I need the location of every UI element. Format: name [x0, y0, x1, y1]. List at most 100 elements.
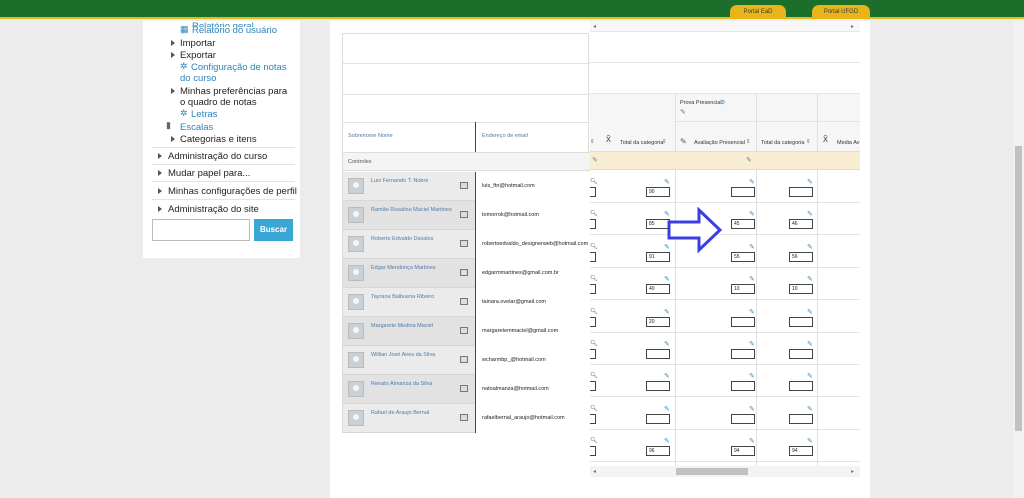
- grade-input[interactable]: 56: [789, 251, 813, 262]
- edit-icon[interactable]: ✎: [749, 210, 755, 218]
- grade-input[interactable]: [789, 381, 813, 392]
- column-header-total-categoria-1[interactable]: Total da categoria: [620, 140, 663, 146]
- search-icon[interactable]: 🔍︎: [590, 210, 598, 217]
- edit-icon[interactable]: ✎: [749, 178, 755, 186]
- grade-input[interactable]: 96: [646, 446, 670, 457]
- edit-icon[interactable]: ✎: [807, 372, 813, 380]
- student-name[interactable]: Ramão Rosalino Maciel Martines: [371, 207, 452, 213]
- sort-icon[interactable]: ⇕: [746, 139, 751, 145]
- page-scrollbar[interactable]: [1013, 21, 1024, 498]
- student-name[interactable]: Tayrana Balbuena Ribeiro: [371, 294, 434, 300]
- grade-input[interactable]: 20: [646, 316, 670, 327]
- grade-input[interactable]: 40: [646, 284, 670, 295]
- grade-input[interactable]: 91: [646, 251, 670, 262]
- column-header-total-categoria-2[interactable]: Total da categoria: [761, 140, 804, 146]
- report-icon[interactable]: [460, 356, 468, 363]
- edit-icon[interactable]: ✎: [664, 178, 670, 186]
- grade-input[interactable]: [590, 187, 596, 197]
- grade-input[interactable]: [646, 381, 670, 392]
- edit-icon[interactable]: ✎: [664, 308, 670, 316]
- portal-ead-link[interactable]: Portal EaD: [730, 5, 786, 19]
- report-icon[interactable]: [460, 182, 468, 189]
- sidebar-item-config-notas[interactable]: Configuração de notas do curso: [180, 62, 292, 84]
- edit-icon[interactable]: ✎: [749, 437, 755, 445]
- scrollbar-thumb[interactable]: [676, 468, 748, 475]
- column-header-avaliacao-presencial[interactable]: Avaliação Presencial: [694, 140, 745, 146]
- grade-input[interactable]: [731, 349, 755, 359]
- search-icon[interactable]: 🔍︎: [590, 437, 598, 444]
- search-icon[interactable]: 🔍︎: [590, 243, 598, 250]
- search-icon[interactable]: 🔍︎: [590, 405, 598, 412]
- scroll-left-icon[interactable]: ◂: [593, 23, 596, 30]
- student-name[interactable]: Renato Almanza da Silva: [371, 381, 432, 387]
- search-icon[interactable]: 🔍︎: [590, 372, 598, 379]
- edit-icon[interactable]: ✎: [807, 178, 813, 186]
- student-name[interactable]: Luis Fernando T. Nobre: [371, 178, 428, 184]
- sidebar-item-preferencias[interactable]: Minhas preferências para o quadro de not…: [180, 86, 292, 108]
- avatar[interactable]: [348, 178, 364, 194]
- grade-input[interactable]: [731, 381, 755, 392]
- grade-input[interactable]: 46: [789, 219, 813, 230]
- horizontal-scrollbar-bottom[interactable]: ◂ ▸: [590, 466, 860, 477]
- edit-icon[interactable]: ✎: [664, 372, 670, 380]
- edit-icon[interactable]: ✎: [664, 340, 670, 348]
- edit-icon[interactable]: ✎: [807, 243, 813, 251]
- sidebar-item-admin-curso[interactable]: Administração do curso: [168, 151, 267, 162]
- sort-icon[interactable]: ⇕: [662, 139, 667, 145]
- column-header-email[interactable]: Endereço de email: [482, 133, 528, 139]
- edit-icon[interactable]: ✎: [807, 340, 813, 348]
- report-icon[interactable]: [460, 385, 468, 392]
- report-icon[interactable]: [460, 211, 468, 218]
- edit-icon[interactable]: ✎: [807, 405, 813, 413]
- report-icon[interactable]: [460, 240, 468, 247]
- avatar[interactable]: [348, 294, 364, 310]
- search-icon[interactable]: 🔍︎: [590, 308, 598, 315]
- edit-icon[interactable]: ✎: [749, 372, 755, 380]
- grade-input[interactable]: [590, 219, 596, 230]
- sidebar-item-mudar-papel[interactable]: Mudar papel para...: [168, 168, 250, 179]
- grade-input[interactable]: [789, 349, 813, 359]
- avatar[interactable]: [348, 352, 364, 368]
- sidebar-item-escalas[interactable]: Escalas: [180, 122, 213, 133]
- edit-icon[interactable]: ✎: [746, 156, 752, 164]
- sidebar-item-admin-site[interactable]: Administração do site: [168, 204, 259, 215]
- sidebar-item-importar[interactable]: Importar: [180, 38, 215, 49]
- grade-input[interactable]: [731, 413, 755, 424]
- student-name[interactable]: Rafael de Araujo Bernal: [371, 410, 429, 416]
- search-input[interactable]: [152, 219, 250, 241]
- grade-input[interactable]: 90: [646, 187, 670, 197]
- edit-icon[interactable]: ✎: [664, 437, 670, 445]
- sort-icon[interactable]: ⇕: [590, 139, 595, 145]
- scroll-left-icon[interactable]: ◂: [593, 468, 596, 475]
- grade-input[interactable]: 10: [789, 284, 813, 295]
- sidebar-item-relatorio-usuario[interactable]: Relatório do usuário: [192, 25, 277, 36]
- edit-icon[interactable]: ✎: [807, 275, 813, 283]
- grade-input[interactable]: [646, 349, 670, 359]
- grade-input[interactable]: [590, 381, 596, 392]
- avatar[interactable]: [348, 381, 364, 397]
- grade-input[interactable]: [789, 413, 813, 424]
- scroll-right-icon[interactable]: ▸: [851, 23, 854, 30]
- grade-input[interactable]: [590, 413, 596, 424]
- report-icon[interactable]: [460, 327, 468, 334]
- avatar[interactable]: [348, 323, 364, 339]
- avatar[interactable]: [348, 207, 364, 223]
- grade-input[interactable]: [789, 187, 813, 197]
- edit-icon[interactable]: ✎: [807, 437, 813, 445]
- column-header-surname[interactable]: Sobrenome Nome: [348, 133, 393, 139]
- edit-icon[interactable]: ✎: [749, 308, 755, 316]
- student-name[interactable]: Margarete Medina Maciel: [371, 323, 433, 329]
- grade-input[interactable]: [590, 349, 596, 359]
- grade-input[interactable]: [789, 316, 813, 327]
- edit-icon[interactable]: ✎: [749, 340, 755, 348]
- report-icon[interactable]: [460, 298, 468, 305]
- student-name[interactable]: Roberto Edvaldo Davalos: [371, 236, 433, 242]
- horizontal-scrollbar-top[interactable]: ◂ ▸: [590, 21, 860, 32]
- grade-input[interactable]: 10: [731, 284, 755, 295]
- report-icon[interactable]: [460, 269, 468, 276]
- student-name[interactable]: Edgar Mendonça Martines: [371, 265, 436, 271]
- edit-icon[interactable]: ✎: [664, 405, 670, 413]
- sidebar-item-categorias[interactable]: Categorias e itens: [180, 134, 257, 145]
- report-icon[interactable]: [460, 414, 468, 421]
- scrollbar-thumb[interactable]: [1015, 146, 1022, 431]
